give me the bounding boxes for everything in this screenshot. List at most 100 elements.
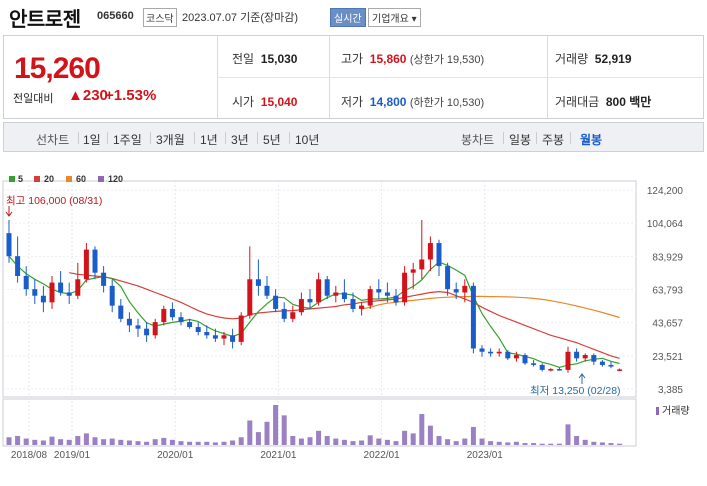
trade-amount: 거래대금 800 백만 — [555, 95, 652, 109]
tab-1y[interactable]: 1년 — [200, 131, 218, 148]
legend-ma60: 60 — [76, 174, 86, 184]
volume-bar — [15, 435, 21, 445]
candle-body — [505, 351, 511, 359]
candle-body — [6, 233, 12, 257]
candle-body — [109, 285, 115, 306]
y-axis: 124,200 104,064 83,929 63,793 43,657 23,521 3,… — [647, 186, 684, 396]
quote-date: 2023.07.07 기준(장마감) — [182, 12, 299, 24]
max-label: 최고 106,000 (08/31) — [6, 195, 102, 207]
volume-bar — [419, 414, 425, 445]
candle-body — [582, 355, 588, 359]
candle-body — [152, 322, 158, 336]
volume-legend-label: 거래량 — [662, 405, 690, 417]
volume-bar — [462, 438, 468, 445]
divider — [107, 132, 108, 144]
volume-bar — [221, 441, 227, 445]
candle-body — [608, 364, 614, 367]
volume-bar — [513, 441, 519, 445]
volume-bar — [548, 443, 554, 445]
volume-bar — [92, 437, 98, 445]
candle-body — [350, 299, 356, 309]
candle-body — [574, 351, 580, 359]
tab-1d[interactable]: 1일 — [83, 131, 101, 148]
candle-body — [445, 266, 451, 290]
candle-body — [479, 348, 485, 352]
candle-body — [169, 308, 175, 318]
tab-daily[interactable]: 일봉 — [509, 131, 531, 148]
volume-bar — [75, 435, 81, 445]
x-tick-label: 2019/01 — [54, 450, 91, 461]
volume-bar — [591, 441, 597, 445]
candle-body — [496, 351, 502, 354]
candle-body — [221, 335, 227, 339]
tab-10y[interactable]: 10년 — [295, 131, 319, 148]
legend-ma5: 5 — [18, 174, 23, 184]
volume-bar — [608, 443, 614, 445]
candle-body — [539, 364, 545, 370]
divider — [536, 132, 537, 144]
volume-bar — [307, 437, 313, 445]
volume-bar — [531, 443, 537, 445]
stock-name: 안트로젠 — [9, 9, 81, 31]
candle-body — [462, 285, 468, 293]
volume-bar — [445, 439, 451, 445]
tab-monthly[interactable]: 월봉 — [580, 131, 602, 148]
volume-bar — [359, 440, 365, 445]
price-chart: 5 20 60 120 124,200 104,064 83,929 63,793 43… — [2, 174, 690, 461]
tab-5y[interactable]: 5년 — [263, 131, 281, 148]
change-percent: +1.53% — [105, 87, 157, 104]
tab-3y[interactable]: 3년 — [231, 131, 249, 148]
candle-body — [316, 279, 322, 303]
quote-summary: 15,260 전일대비 ▲230 +1.53% 전일 15,030 고가 15,… — [3, 35, 704, 119]
volume-bar — [118, 439, 124, 445]
volume-bar — [144, 441, 150, 445]
candle-body — [135, 325, 141, 329]
tab-1w[interactable]: 1주일 — [113, 131, 142, 148]
volume-bar — [341, 439, 347, 445]
candle-body — [230, 335, 236, 342]
x-tick-label: 2023/01 — [467, 450, 504, 461]
volume-bar — [109, 438, 115, 445]
candle-body — [187, 322, 193, 328]
candle-body — [255, 279, 261, 286]
x-tick-label: 2021/01 — [260, 450, 297, 461]
volume-bar — [522, 443, 528, 445]
volume-bar — [376, 438, 382, 445]
candle-body — [384, 292, 390, 296]
divider — [217, 77, 703, 78]
volume-bar — [6, 437, 12, 445]
volume-bar — [617, 443, 623, 445]
divider — [194, 132, 195, 144]
change-value: ▲230 — [68, 87, 108, 104]
divider — [503, 132, 504, 144]
x-tick-label: 2018/08 — [11, 450, 48, 461]
volume-bar — [539, 443, 545, 445]
candle-body — [290, 312, 296, 319]
legend-ma60-swatch — [66, 176, 72, 182]
volume-bar — [436, 435, 442, 445]
volume-bar — [496, 441, 502, 445]
divider — [150, 132, 151, 144]
candle-body — [23, 275, 29, 290]
candle-body — [15, 256, 21, 276]
volume-bar — [599, 442, 605, 445]
tab-weekly[interactable]: 주봉 — [542, 131, 564, 148]
volume-bar — [290, 435, 296, 445]
volume-bar — [367, 435, 373, 445]
volume-bar — [255, 432, 261, 445]
tab-3m[interactable]: 3개월 — [156, 131, 185, 148]
y-tick-label: 3,385 — [658, 385, 683, 396]
volume-bar — [488, 441, 494, 445]
candle-body — [599, 361, 605, 365]
volume: 거래량 52,919 — [555, 52, 632, 66]
volume-bar — [66, 439, 72, 445]
volume-bar — [574, 435, 580, 445]
volume-bar — [83, 433, 89, 445]
realtime-button[interactable]: 실시간 — [330, 8, 366, 27]
company-info-dropdown[interactable]: 기업개요 ▾ — [368, 8, 421, 27]
divider — [289, 132, 290, 144]
volume-bar — [135, 441, 141, 445]
y-tick-label: 43,657 — [652, 319, 683, 330]
volume-bar — [393, 441, 399, 445]
high-price: 고가 15,860 (상한가 19,530) — [341, 52, 485, 66]
